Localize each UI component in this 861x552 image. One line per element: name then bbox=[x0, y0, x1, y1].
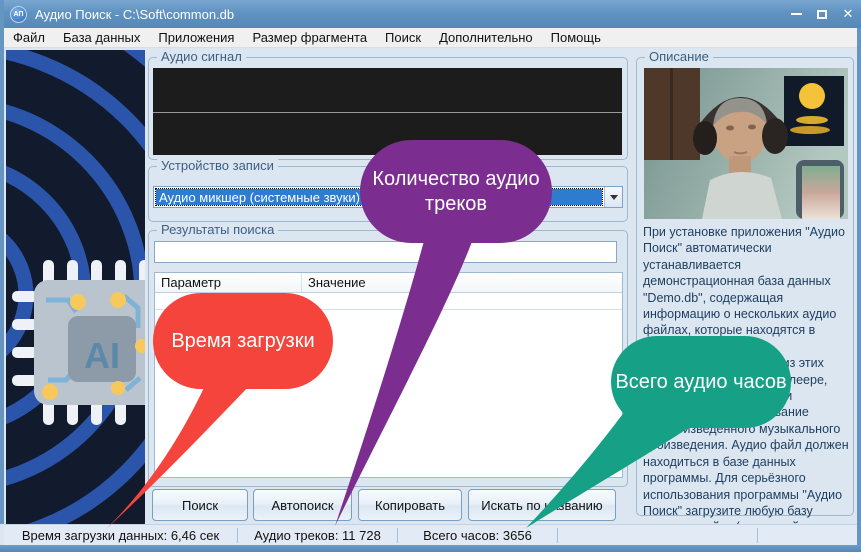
recording-device-label: Устройство записи bbox=[157, 158, 278, 173]
ai-chip-illustration: AI bbox=[6, 50, 145, 524]
column-header-value[interactable]: Значение bbox=[302, 273, 372, 292]
recording-device-select[interactable]: Аудио микшер (системные звуки) bbox=[153, 186, 623, 208]
menu-fragment[interactable]: Размер фрагмента bbox=[243, 28, 376, 47]
menu-bar: Файл База данных Приложения Размер фрагм… bbox=[4, 28, 857, 48]
status-total-hours: Всего часов: 3656 bbox=[398, 525, 557, 545]
results-table[interactable]: Параметр Значение bbox=[154, 272, 623, 478]
search-results-group: Результаты поиска Параметр Значение bbox=[148, 230, 628, 487]
window-controls: ✕ bbox=[783, 0, 861, 28]
svg-text:AI: AI bbox=[84, 335, 120, 376]
window-title: Аудио Поиск - C:\Soft\common.db bbox=[35, 7, 234, 22]
search-result-input[interactable] bbox=[154, 241, 617, 263]
menu-database[interactable]: База данных bbox=[54, 28, 149, 47]
webcam-photo-art bbox=[644, 68, 848, 219]
app-icon: АП bbox=[10, 6, 27, 23]
menu-apps[interactable]: Приложения bbox=[149, 28, 243, 47]
status-track-count: Аудио треков: 11 728 bbox=[238, 525, 397, 545]
recording-device-selected-value: Аудио микшер (системные звуки) bbox=[156, 189, 602, 205]
ai-chip-art: AI bbox=[6, 50, 145, 524]
close-icon: ✕ bbox=[843, 6, 854, 22]
window-frame-right bbox=[857, 28, 861, 552]
menu-extra[interactable]: Дополнительно bbox=[430, 28, 542, 47]
menu-search[interactable]: Поиск bbox=[376, 28, 430, 47]
description-group: Описание bbox=[636, 57, 854, 516]
audio-signal-group: Аудио сигнал bbox=[148, 57, 628, 160]
minimize-button[interactable] bbox=[783, 0, 809, 28]
webcam-photo bbox=[644, 68, 848, 219]
status-load-time: Время загрузки данных: 6,46 сек bbox=[4, 525, 237, 545]
status-bar: Время загрузки данных: 6,46 сек Аудио тр… bbox=[4, 524, 857, 545]
maximize-icon bbox=[817, 10, 827, 19]
status-empty bbox=[558, 525, 757, 545]
search-button[interactable]: Поиск bbox=[152, 489, 248, 521]
title-bar: АП Аудио Поиск - C:\Soft\common.db ✕ bbox=[0, 0, 861, 28]
column-header-parameter[interactable]: Параметр bbox=[155, 273, 302, 292]
recording-device-group: Устройство записи Аудио микшер (системны… bbox=[148, 166, 628, 222]
menu-file[interactable]: Файл bbox=[4, 28, 54, 47]
menu-help[interactable]: Помощь bbox=[542, 28, 610, 47]
waveform-baseline bbox=[153, 112, 622, 113]
dropdown-button[interactable] bbox=[604, 187, 622, 207]
autosearch-button[interactable]: Автопоиск bbox=[253, 489, 352, 521]
minimize-icon bbox=[791, 13, 802, 15]
search-results-label: Результаты поиска bbox=[157, 222, 278, 237]
window-frame-bottom bbox=[0, 545, 861, 552]
chevron-down-icon bbox=[610, 195, 618, 200]
waveform-display bbox=[153, 68, 622, 155]
window-frame-left bbox=[0, 0, 4, 524]
results-table-header[interactable]: Параметр Значение bbox=[155, 273, 622, 293]
copy-button[interactable]: Копировать bbox=[358, 489, 462, 521]
search-by-name-button[interactable]: Искать по названию bbox=[468, 489, 616, 521]
status-separator bbox=[757, 528, 758, 543]
close-button[interactable]: ✕ bbox=[835, 0, 861, 28]
table-row bbox=[155, 293, 622, 310]
description-label: Описание bbox=[645, 49, 713, 64]
description-text: При установке приложения "Аудио Поиск" а… bbox=[643, 224, 850, 552]
audio-signal-label: Аудио сигнал bbox=[157, 49, 246, 64]
maximize-button[interactable] bbox=[809, 0, 835, 28]
